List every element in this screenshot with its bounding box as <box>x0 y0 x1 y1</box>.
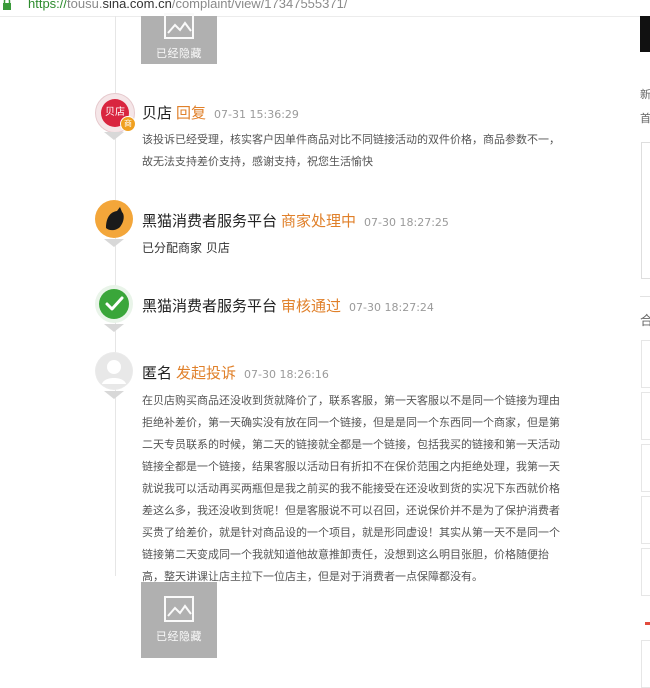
right-panel-card[interactable] <box>641 496 650 544</box>
hidden-image[interactable]: 已经隐藏 <box>141 582 217 658</box>
entry-author: 黑猫消费者服务平台 <box>142 297 278 315</box>
hidden-image-caption: 已经隐藏 <box>156 630 202 643</box>
image-icon <box>164 13 194 39</box>
entry-action: 发起投诉 <box>176 364 237 382</box>
entry-action: 商家处理中 <box>281 212 357 230</box>
entry-header: 匿名 发起投诉 07-30 18:26:16 <box>142 362 329 383</box>
right-panel-header <box>640 16 650 52</box>
avatar <box>95 352 133 390</box>
right-panel-card[interactable] <box>641 392 650 440</box>
address-bar[interactable]: https://tousu.sina.com.cn/complaint/view… <box>0 0 650 17</box>
url-text: https://tousu.sina.com.cn/complaint/view… <box>28 0 348 11</box>
right-panel-text: 首 <box>640 112 650 125</box>
entry-header: 黑猫消费者服务平台 商家处理中 07-30 18:27:25 <box>142 210 449 231</box>
avatar-pointer <box>104 132 124 140</box>
entry-header: 贝店 回复 07-31 15:36:29 <box>142 102 299 123</box>
entry-content: 在贝店购买商品还没收到货就降价了，联系客服，第一天客服以不是同一个链接为理由拒绝… <box>142 394 560 583</box>
divider <box>640 296 650 297</box>
right-panel-card[interactable] <box>641 640 650 688</box>
user-icon <box>96 353 132 389</box>
avatar-pointer <box>104 239 124 247</box>
entry-action: 回复 <box>176 104 207 122</box>
entry-content: 已分配商家 贝店 <box>142 241 230 255</box>
right-panel-input[interactable] <box>641 142 650 279</box>
image-icon <box>164 596 194 622</box>
entry-time: 07-30 18:26:16 <box>244 368 329 381</box>
hidden-image[interactable]: 已经隐藏 <box>141 13 217 64</box>
avatar <box>95 200 133 238</box>
right-panel-text: 合 <box>640 314 650 329</box>
right-panel-card[interactable] <box>641 548 650 596</box>
entry-time: 07-30 18:27:24 <box>349 301 434 314</box>
entry-author: 匿名 <box>142 364 173 382</box>
entry-author: 贝店 <box>142 104 173 122</box>
check-icon <box>99 289 129 319</box>
entry-content: 该投诉已经受理，核实客户因单件商品对比不同链接活动的双件价格，商品参数不一，故无… <box>142 133 560 168</box>
merchant-badge: 商 <box>120 116 136 132</box>
entry-time: 07-31 15:36:29 <box>214 108 299 121</box>
right-panel-card[interactable] <box>641 444 650 492</box>
hidden-image-caption: 已经隐藏 <box>156 47 202 60</box>
avatar-pointer <box>104 391 124 399</box>
entry-header: 黑猫消费者服务平台 审核通过 07-30 18:27:24 <box>142 295 434 316</box>
right-panel-text: 新 <box>640 88 650 101</box>
black-cat-icon <box>97 202 131 236</box>
avatar <box>95 285 133 323</box>
right-panel-accent <box>645 622 650 625</box>
entry-author: 黑猫消费者服务平台 <box>142 212 278 230</box>
entry-action: 审核通过 <box>281 297 342 315</box>
avatar-pointer <box>104 324 124 332</box>
right-panel-card[interactable] <box>641 340 650 388</box>
avatar: 贝店 商 <box>95 93 136 133</box>
lock-icon <box>3 0 11 10</box>
entry-time: 07-30 18:27:25 <box>364 216 449 229</box>
